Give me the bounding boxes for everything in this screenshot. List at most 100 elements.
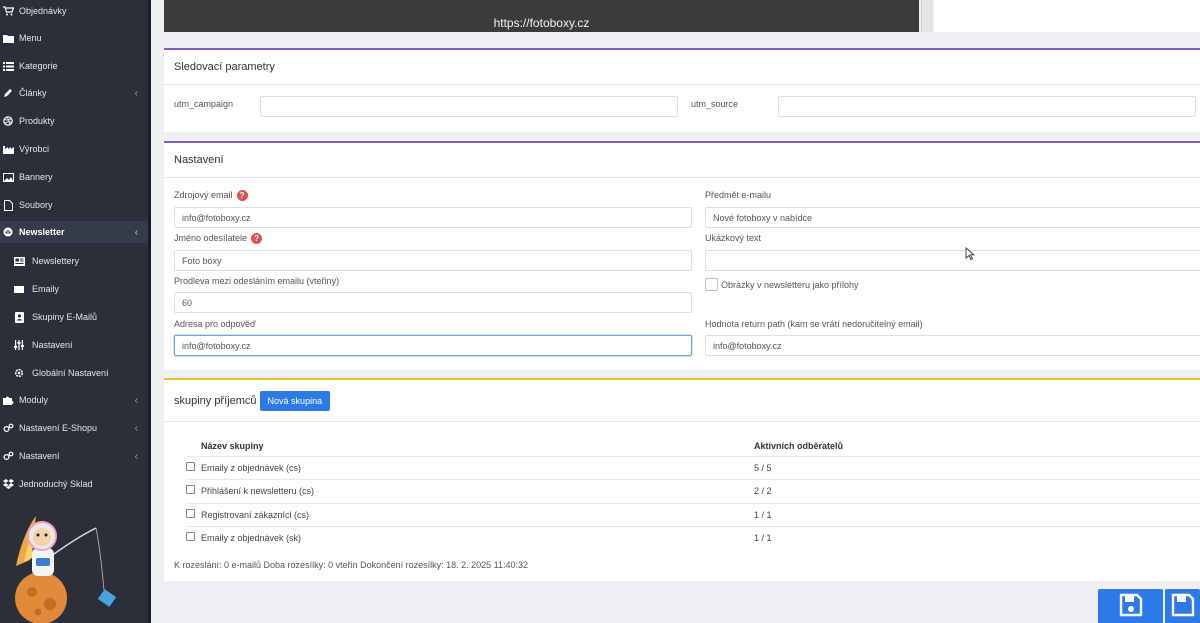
group-name: Emaily z objednávek (sk): [201, 533, 302, 543]
sidebar-item-label: Skupiny E-Mailů: [32, 312, 98, 322]
chevron-left-icon: ‹: [134, 422, 138, 434]
row-checkbox[interactable]: [186, 485, 195, 494]
sidebar-item-label: Produkty: [19, 116, 55, 126]
sidebar-item-simple-stock[interactable]: Jednoduchý Sklad: [0, 473, 148, 495]
active-subscribers: 1 / 1: [754, 533, 772, 543]
settings-card: Nastavení Zdrojový email? info@fotoboxy.…: [164, 141, 1200, 370]
sender-name-label-text: Jméno odesílatele: [174, 233, 248, 243]
sidebar-item-label: Objednávky: [19, 6, 67, 16]
sidebar-item-label: Newsletter: [19, 227, 65, 237]
save-button[interactable]: [1098, 589, 1163, 623]
reply-to-label: Adresa pro odpověď: [174, 319, 256, 329]
sidebar-item-settings[interactable]: Nastavení ‹: [0, 445, 148, 467]
card-title: skupiny příjemců: [174, 394, 257, 407]
dribbble-icon: [2, 115, 14, 127]
sidebar-item-newsletters[interactable]: Newslettery: [0, 250, 148, 272]
image-icon: [2, 171, 14, 183]
return-path-label: Hodnota return path (kam se vrátí nedoru…: [705, 319, 923, 329]
sidebar-item-eshop-settings[interactable]: Nastavení E-Shopu ‹: [0, 417, 148, 439]
sidebar-item-banners[interactable]: Bannery: [0, 166, 148, 188]
sliders-icon: [13, 339, 25, 351]
source-email-label: Zdrojový email?: [174, 190, 248, 202]
sidebar-item-modules[interactable]: Moduly ‹: [0, 389, 148, 411]
column-header-active: Aktivních odběratelů: [754, 441, 844, 451]
sender-name-input[interactable]: Foto boxy: [174, 250, 692, 271]
column-header-name: Název skupiny: [201, 441, 264, 451]
sidebar-item-emails[interactable]: Emaily: [0, 278, 148, 300]
sidebar-item-products[interactable]: Produkty: [0, 110, 148, 132]
envelope-circle-icon: [2, 226, 14, 238]
utm-campaign-input[interactable]: [260, 96, 678, 117]
sidebar-item-label: Bannery: [19, 172, 53, 182]
reply-to-input[interactable]: info@fotoboxy.cz: [174, 335, 692, 356]
row-checkbox[interactable]: [186, 462, 195, 471]
sidebar-item-global-settings[interactable]: Globální Nastavení: [0, 362, 148, 384]
attachments-checkbox[interactable]: [705, 278, 718, 291]
cart-icon: [2, 5, 14, 17]
sidebar-item-label: Soubory: [19, 200, 53, 210]
preview-scrollbar[interactable]: [921, 0, 933, 32]
sidebar-item-menu[interactable]: Menu: [0, 27, 148, 49]
new-group-button[interactable]: Nová skupina: [259, 390, 331, 411]
floppy-disk-icon: [1119, 593, 1143, 620]
sidebar-item-articles[interactable]: Články ‹: [0, 82, 148, 104]
sidebar-item-label: Kategorie: [19, 61, 58, 71]
card-header: skupiny příjemců Nová skupina: [164, 380, 1200, 422]
card-title: Sledovací parametry: [164, 50, 1200, 85]
sender-name-label: Jméno odesílatele?: [174, 233, 263, 245]
sidebar-item-files[interactable]: Soubory: [0, 194, 148, 216]
question-icon[interactable]: ?: [236, 190, 248, 202]
sidebar-item-manufacturers[interactable]: Výrobci: [0, 138, 148, 160]
sidebar-item-categories[interactable]: Kategorie: [0, 55, 148, 77]
folder-icon: [2, 32, 14, 44]
sidebar-item-label: Newslettery: [32, 256, 80, 266]
sample-text-label: Ukázkový text: [705, 233, 762, 243]
return-path-input[interactable]: info@fotoboxy.cz: [705, 335, 1200, 356]
gear-icon: [13, 367, 25, 379]
sidebar-item-label: Menu: [19, 33, 42, 43]
puzzle-icon: [2, 394, 14, 406]
utm-source-label: utm_source: [691, 99, 739, 109]
sidebar-item-label: Emaily: [32, 284, 60, 294]
pencil-icon: [2, 87, 14, 99]
row-checkbox[interactable]: [186, 532, 195, 541]
address-book-icon: [13, 311, 25, 323]
gears-icon: [2, 450, 14, 462]
floppy-disk-icon: [1171, 593, 1195, 620]
table-row[interactable]: Emaily z objednávek (sk) 1 / 1: [186, 526, 1200, 549]
sidebar-item-email-groups[interactable]: Skupiny E-Mailů: [0, 306, 148, 328]
chevron-left-icon: ‹: [134, 226, 138, 238]
preview-side-panel: [934, 0, 1200, 32]
envelope-icon: [13, 283, 25, 295]
preview-url: https://fotoboxy.cz: [493, 16, 590, 30]
gears-icon: [2, 422, 14, 434]
subject-input[interactable]: Nové fotoboxy v nabídce: [705, 207, 1200, 228]
table-row[interactable]: Registrovaní zákazníci (cs) 1 / 1: [186, 503, 1200, 526]
group-name: Přihlášení k newsletteru (cs): [201, 486, 315, 496]
active-subscribers: 5 / 5: [754, 463, 772, 473]
card-title: Nastavení: [164, 143, 1200, 178]
row-checkbox[interactable]: [186, 509, 195, 518]
save-and-close-button[interactable]: [1165, 589, 1200, 623]
question-icon[interactable]: ?: [251, 233, 263, 245]
sample-text-input[interactable]: [705, 250, 1200, 271]
table-row[interactable]: Přihlášení k newsletteru (cs) 2 / 2: [186, 479, 1200, 502]
source-email-input[interactable]: info@fotoboxy.cz: [174, 207, 692, 228]
sidebar-item-newsletter[interactable]: Newsletter ‹: [0, 221, 148, 243]
sidebar-item-newsletter-settings[interactable]: Nastavení: [0, 334, 148, 356]
sidebar-item-label: Nastavení: [32, 340, 73, 350]
group-name: Emaily z objednávek (cs): [201, 463, 302, 473]
sidebar-item-label: Články: [19, 88, 47, 98]
group-name: Registrovaní zákazníci (cs): [201, 510, 310, 520]
sidebar-item-orders[interactable]: Objednávky: [0, 0, 148, 22]
send-delay-input[interactable]: 60: [174, 292, 692, 313]
utm-source-input[interactable]: [778, 96, 1196, 117]
chevron-left-icon: ‹: [134, 87, 138, 99]
table-row[interactable]: Emaily z objednávek (cs) 5 / 5: [186, 456, 1200, 479]
tracking-parameters-card: Sledovací parametry utm_campaign utm_sou…: [164, 48, 1200, 132]
sidebar-item-label: Moduly: [19, 395, 49, 405]
sidebar-item-label: Nastavení: [19, 451, 60, 461]
recipient-groups-card: skupiny příjemců Nová skupina Název skup…: [164, 378, 1200, 581]
subject-label: Předmět e-mailu: [705, 190, 772, 200]
send-summary: K rozeslání: 0 e-mailů Doba rozesílky: 0…: [174, 560, 529, 570]
